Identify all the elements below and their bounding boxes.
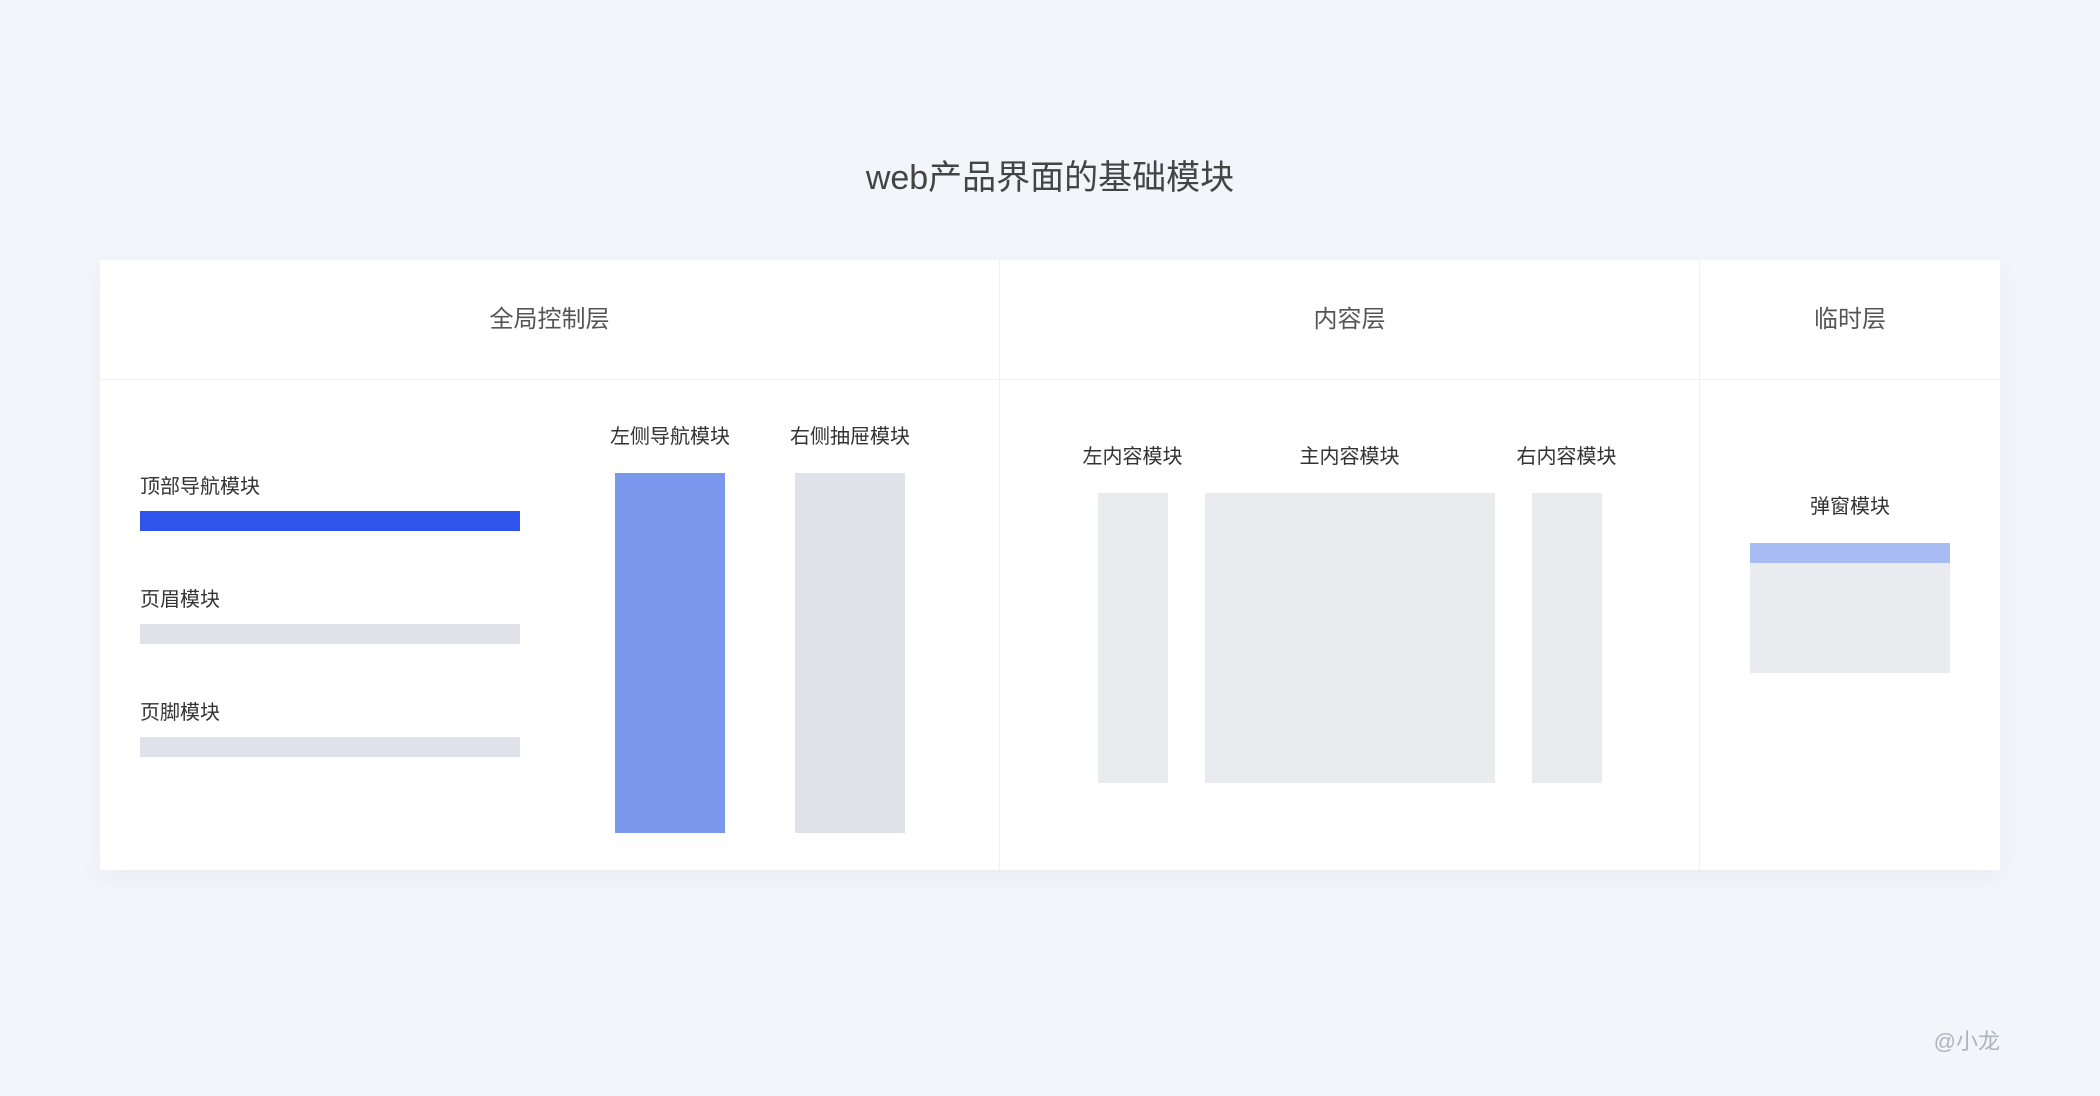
module-shape-left-nav [615, 473, 725, 833]
module-label: 页眉模块 [140, 583, 520, 612]
column-body-global: 顶部导航模块 页眉模块 页脚模块 左侧导航模块 右侧抽屉模 [100, 380, 999, 870]
module-shape-left-content [1098, 493, 1168, 783]
column-header-temp: 临时层 [1700, 260, 2000, 380]
module-label: 右内容模块 [1517, 440, 1617, 469]
column-body-temp: 弹窗模块 [1700, 380, 2000, 870]
module-card: 全局控制层 顶部导航模块 页眉模块 页脚模块 左侧导航模块 [100, 260, 2000, 870]
author-credit: @小龙 [1934, 1024, 2000, 1056]
module-label: 弹窗模块 [1750, 490, 1950, 519]
module-left-content: 左内容模块 [1083, 440, 1183, 783]
module-label: 右侧抽屉模块 [790, 420, 910, 449]
module-shape-right-content [1532, 493, 1602, 783]
page-title: web产品界面的基础模块 [0, 0, 2100, 199]
module-top-nav: 顶部导航模块 [140, 470, 520, 531]
module-popup: 弹窗模块 [1750, 490, 1950, 673]
module-label: 顶部导航模块 [140, 470, 520, 499]
horizontal-bars-group: 顶部导航模块 页眉模块 页脚模块 [140, 470, 520, 809]
column-temp: 临时层 弹窗模块 [1700, 260, 2000, 870]
column-global-control: 全局控制层 顶部导航模块 页眉模块 页脚模块 左侧导航模块 [100, 260, 1000, 870]
module-page-header: 页眉模块 [140, 583, 520, 644]
column-header-global: 全局控制层 [100, 260, 999, 380]
module-shape-page-header [140, 624, 520, 644]
content-cols-group: 左内容模块 主内容模块 右内容模块 [1060, 440, 1639, 783]
module-right-content: 右内容模块 [1517, 440, 1617, 783]
column-content: 内容层 左内容模块 主内容模块 右内容模块 [1000, 260, 1700, 870]
module-shape-main-content [1205, 493, 1495, 783]
module-shape-top-nav [140, 511, 520, 531]
vertical-cols-group: 左侧导航模块 右侧抽屉模块 [610, 420, 910, 833]
module-label: 左侧导航模块 [610, 420, 730, 449]
column-header-content: 内容层 [1000, 260, 1699, 380]
module-page-footer: 页脚模块 [140, 696, 520, 757]
module-shape-popup [1750, 543, 1950, 673]
module-shape-page-footer [140, 737, 520, 757]
module-main-content: 主内容模块 [1205, 440, 1495, 783]
module-right-drawer: 右侧抽屉模块 [790, 420, 910, 833]
module-label: 主内容模块 [1205, 440, 1495, 469]
module-label: 左内容模块 [1083, 440, 1183, 469]
column-body-content: 左内容模块 主内容模块 右内容模块 [1000, 380, 1699, 870]
module-label: 页脚模块 [140, 696, 520, 725]
module-left-nav: 左侧导航模块 [610, 420, 730, 833]
module-shape-right-drawer [795, 473, 905, 833]
